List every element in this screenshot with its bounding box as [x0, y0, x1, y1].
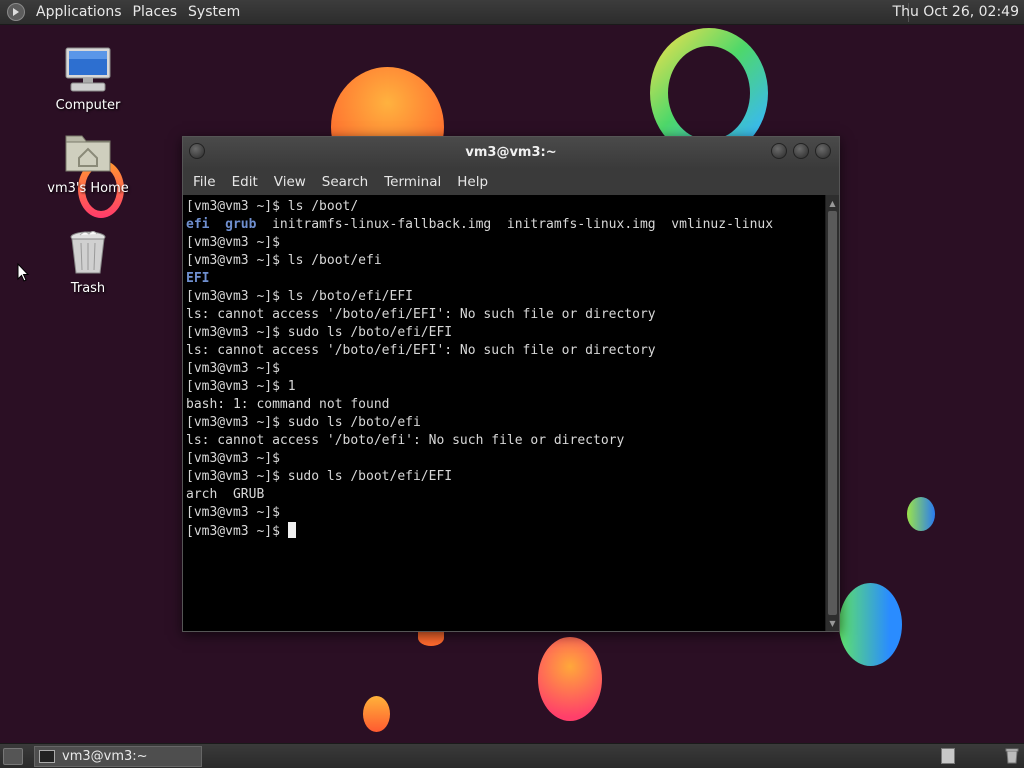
terminal-line: [vm3@vm3 ~]$ sudo ls /boot/efi/EFI: [186, 469, 453, 484]
desktop-icon-label: Trash: [70, 281, 106, 296]
top-panel: Applications Places System Thu Oct 26, 0…: [0, 0, 1024, 25]
maximize-button[interactable]: [793, 143, 809, 159]
show-desktop-icon[interactable]: [3, 748, 23, 765]
places-menu[interactable]: Places: [129, 4, 182, 20]
desktop-icon-computer[interactable]: Computer: [38, 45, 138, 113]
terminal-line: [vm3@vm3 ~]$: [186, 451, 280, 466]
terminal-line: [vm3@vm3 ~]$ ls /boot/efi: [186, 253, 382, 268]
desktop-icon-home[interactable]: vm3's Home: [38, 128, 138, 196]
directory-entry: EFI: [186, 271, 210, 286]
wallpaper-circle-small: [363, 696, 390, 732]
terminal-line: EFI: [186, 270, 824, 288]
terminal-line: arch GRUB: [186, 487, 265, 502]
wallpaper-circle-small: [418, 630, 444, 646]
terminal-line: [vm3@vm3 ~]$ ls /boto/efi/EFI: [186, 289, 413, 304]
terminal-scrollbar[interactable]: ▲ ▼: [825, 195, 839, 631]
applications-menu[interactable]: Applications: [32, 4, 126, 20]
terminal-line: [vm3@vm3 ~]$: [186, 235, 280, 250]
window-titlebar[interactable]: vm3@vm3:~: [183, 137, 839, 169]
menu-edit[interactable]: Edit: [226, 174, 264, 190]
menu-view[interactable]: View: [268, 174, 312, 190]
computer-icon: [63, 45, 113, 95]
home-folder-icon: [63, 128, 113, 178]
taskbar-item-terminal[interactable]: vm3@vm3:~: [34, 746, 202, 767]
terminal-cursor: [287, 522, 296, 538]
distro-logo-icon[interactable]: [7, 3, 25, 21]
workspace-switcher[interactable]: [941, 748, 955, 764]
scroll-up-arrow-icon[interactable]: ▲: [826, 197, 839, 209]
close-button[interactable]: [815, 143, 831, 159]
trash-icon: [63, 228, 113, 278]
directory-entry: efi: [186, 217, 210, 232]
terminal-line: [vm3@vm3 ~]$ 1: [186, 379, 296, 394]
directory-entry: grub: [225, 217, 257, 232]
terminal-line: ls: cannot access '/boto/efi': No such f…: [186, 433, 625, 448]
terminal-line: [vm3@vm3 ~]$: [186, 522, 824, 540]
terminal-line: [vm3@vm3 ~]$ sudo ls /boto/efi: [186, 415, 421, 430]
terminal-icon: [39, 750, 55, 763]
menu-file[interactable]: File: [187, 174, 222, 190]
terminal-line: [vm3@vm3 ~]$: [186, 505, 280, 520]
scrollbar-thumb[interactable]: [828, 211, 837, 615]
window-title: vm3@vm3:~: [465, 145, 557, 160]
minimize-button[interactable]: [771, 143, 787, 159]
terminal-line: efi grub initramfs-linux-fallback.img in…: [186, 217, 774, 232]
terminal-line: ls: cannot access '/boto/efi/EFI': No su…: [186, 343, 656, 358]
clock[interactable]: Thu Oct 26, 02:49: [893, 4, 1019, 20]
trash-applet-icon[interactable]: [1005, 748, 1019, 764]
menu-search[interactable]: Search: [316, 174, 374, 190]
desktop-icon-label: vm3's Home: [47, 181, 129, 196]
terminal-line: [vm3@vm3 ~]$ ls /boot/: [186, 199, 359, 214]
terminal-window[interactable]: vm3@vm3:~ File Edit View Search Terminal…: [182, 136, 840, 632]
menu-terminal[interactable]: Terminal: [378, 174, 447, 190]
taskbar-item-label: vm3@vm3:~: [62, 749, 148, 764]
menu-help[interactable]: Help: [451, 174, 494, 190]
desktop-icon-label: Computer: [55, 98, 121, 113]
wallpaper-circle-small: [907, 497, 935, 531]
terminal-line: [vm3@vm3 ~]$: [186, 361, 280, 376]
desktop-icon-trash[interactable]: Trash: [38, 228, 138, 296]
terminal-line: [vm3@vm3 ~]$ sudo ls /boto/efi/EFI: [186, 325, 453, 340]
mouse-pointer-icon: [17, 262, 30, 283]
terminal-line: ls: cannot access '/boto/efi/EFI': No su…: [186, 307, 656, 322]
terminal-line: bash: 1: command not found: [186, 397, 390, 412]
bottom-panel: vm3@vm3:~: [0, 743, 1024, 768]
scroll-down-arrow-icon[interactable]: ▼: [826, 617, 839, 629]
wallpaper-circle: [538, 637, 602, 721]
system-menu[interactable]: System: [184, 4, 244, 20]
terminal-menubar: File Edit View Search Terminal Help: [183, 169, 839, 195]
wallpaper-circle: [839, 583, 902, 666]
terminal-output[interactable]: [vm3@vm3 ~]$ ls /boot/efi grub initramfs…: [183, 195, 827, 631]
